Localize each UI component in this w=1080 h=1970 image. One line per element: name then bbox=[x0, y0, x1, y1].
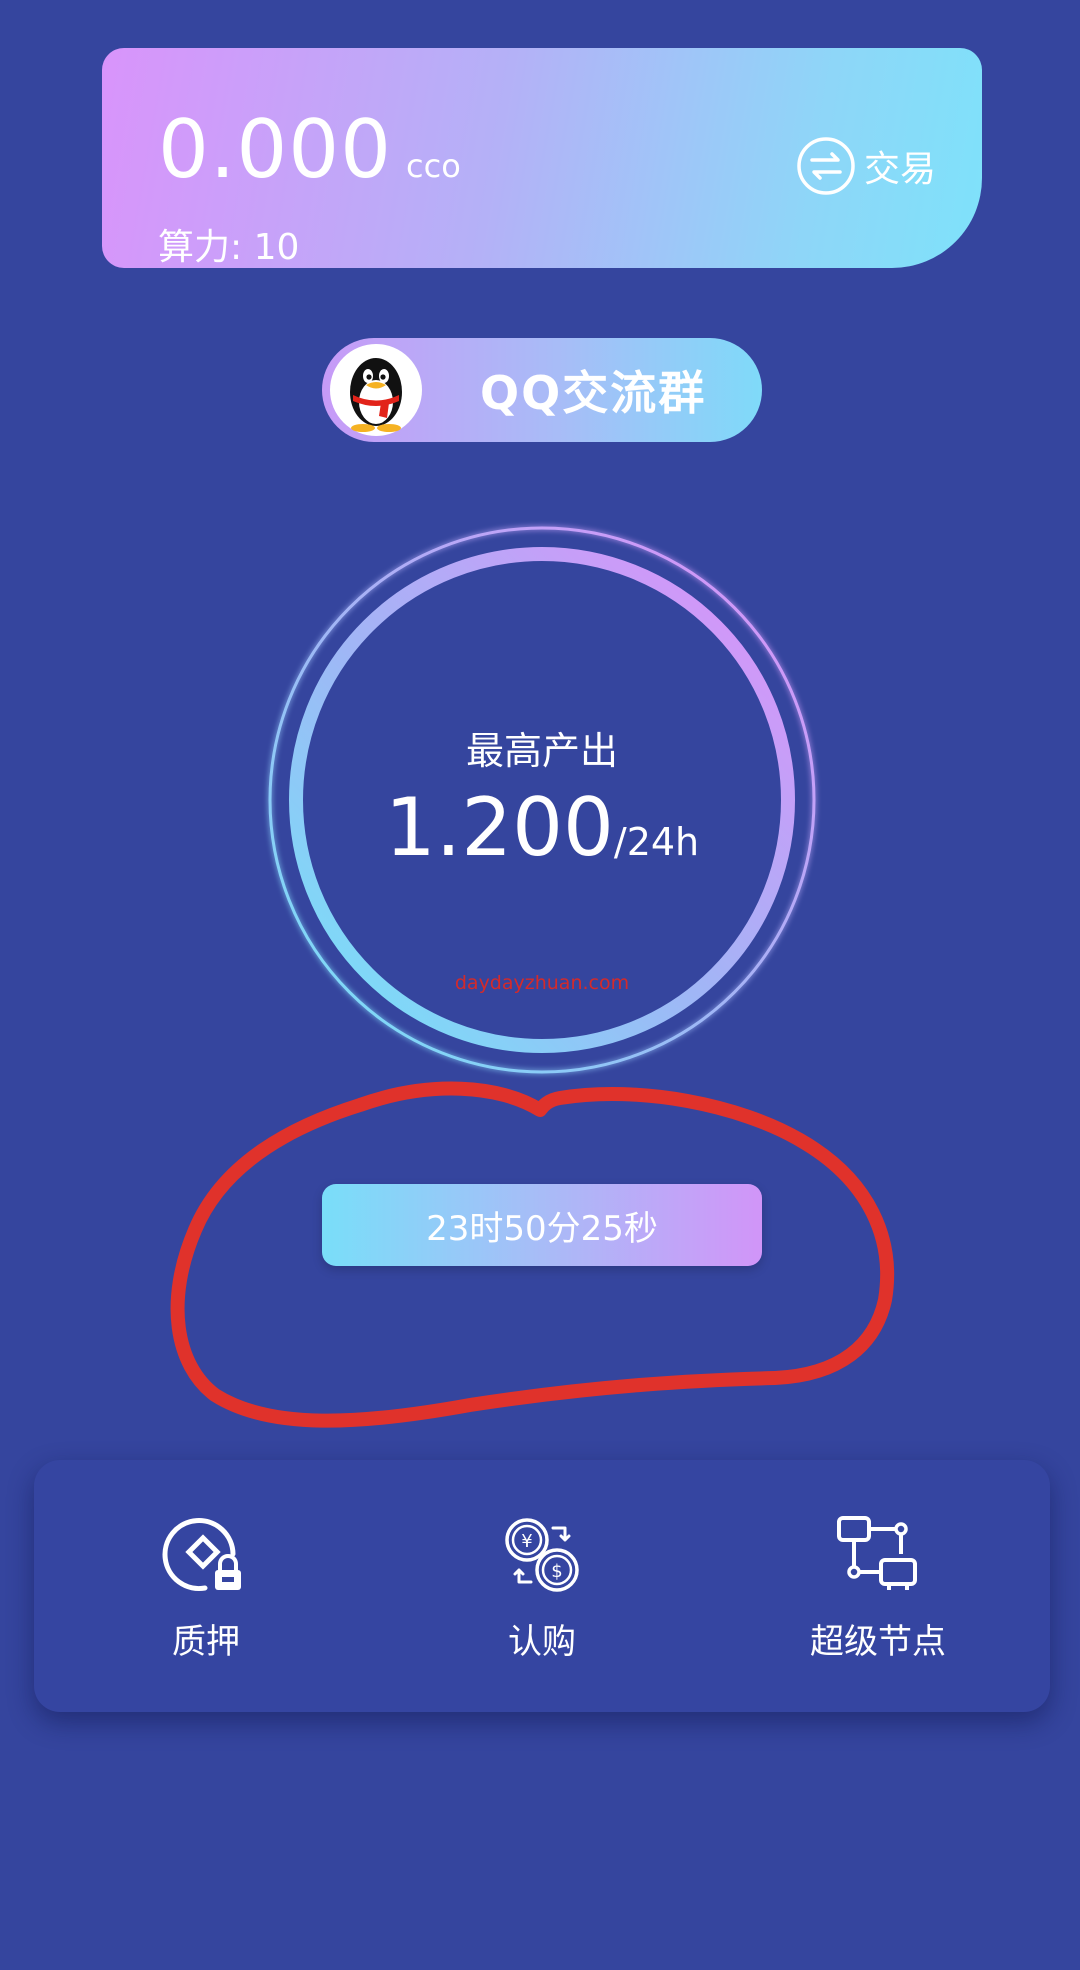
watermark-text: daydayzhuan.com bbox=[454, 972, 630, 994]
production-value: 1.200 bbox=[384, 781, 614, 874]
balance-row: 0.000 cco bbox=[158, 110, 461, 190]
pledge-button[interactable]: 质押 bbox=[76, 1510, 336, 1663]
subscribe-label: 认购 bbox=[508, 1622, 576, 1662]
currency-exchange-icon: ¥ $ bbox=[505, 1518, 579, 1592]
action-bar: 质押 ¥ $ 认购 超级节点 bbox=[34, 1460, 1050, 1712]
pledge-label: 质押 bbox=[172, 1622, 240, 1662]
node-network-icon bbox=[837, 1516, 917, 1590]
subscribe-button[interactable]: ¥ $ 认购 bbox=[412, 1510, 672, 1663]
balance-unit: cco bbox=[406, 147, 461, 185]
swap-arrows-icon bbox=[797, 137, 855, 195]
trade-label: 交易 bbox=[863, 149, 936, 190]
hashrate-label: 算力: 10 bbox=[158, 227, 300, 268]
production-unit: /24h bbox=[613, 820, 700, 864]
production-ring: 最高产出 1.200/24h daydayzhuan.com bbox=[262, 520, 822, 1080]
qq-group-label: QQ交流群 bbox=[480, 366, 707, 420]
trade-button[interactable]: 交易 bbox=[796, 136, 936, 196]
production-title: 最高产出 bbox=[465, 729, 618, 773]
balance-value: 0.000 bbox=[158, 103, 393, 196]
qq-group-button[interactable]: QQ交流群 bbox=[322, 338, 762, 442]
pledge-lock-icon bbox=[162, 1518, 241, 1592]
qq-penguin-icon bbox=[350, 358, 402, 432]
mining-page: 0.000 cco 算力: 10 交易 QQ交流群 最高产出 1.200/24h… bbox=[0, 0, 1080, 1970]
super-node-label: 超级节点 bbox=[810, 1622, 946, 1662]
qq-avatar bbox=[330, 344, 422, 436]
svg-text:$: $ bbox=[551, 1561, 562, 1582]
svg-text:¥: ¥ bbox=[521, 1531, 532, 1552]
production-value-row: 1.200/24h bbox=[262, 788, 822, 868]
balance-card: 0.000 cco 算力: 10 交易 bbox=[102, 48, 982, 268]
countdown-timer[interactable]: 23时50分25秒 bbox=[322, 1184, 762, 1266]
super-node-button[interactable]: 超级节点 bbox=[748, 1510, 1008, 1663]
